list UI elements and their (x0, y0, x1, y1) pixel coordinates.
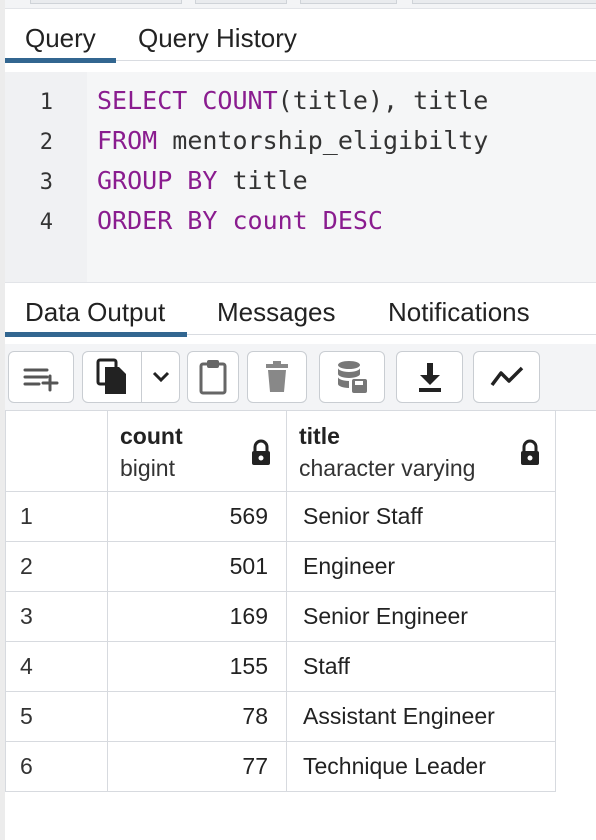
row-number[interactable]: 6 (5, 741, 108, 792)
add-row-button[interactable] (8, 351, 74, 403)
sql-text: title (217, 166, 308, 195)
copy-options-dropdown[interactable] (142, 351, 180, 403)
top-toolbar-strip (0, 0, 596, 9)
table-row[interactable]: 5 78 Assistant Engineer (5, 691, 556, 742)
cell-count[interactable]: 169 (107, 591, 287, 642)
output-tab-bar: Data Output Messages Notifications (5, 290, 596, 337)
cell-title[interactable]: Senior Engineer (286, 591, 556, 642)
sql-keyword: SELECT (97, 86, 188, 115)
line-number: 1 (39, 90, 53, 115)
table-row[interactable]: 1 569 Senior Staff (5, 491, 556, 542)
save-data-button[interactable] (319, 351, 385, 403)
copy-button[interactable] (82, 351, 142, 403)
table-row[interactable]: 4 155 Staff (5, 641, 556, 692)
toolbar-button-stub[interactable] (195, 0, 287, 4)
toolbar-button-stub[interactable] (412, 0, 596, 4)
table-row[interactable]: 2 501 Engineer (5, 541, 556, 592)
row-number[interactable]: 3 (5, 591, 108, 642)
column-type: character varying (299, 455, 476, 481)
add-row-icon (21, 362, 61, 392)
lock-icon (250, 439, 272, 473)
column-name: count (120, 423, 183, 449)
cell-count[interactable]: 78 (107, 691, 287, 742)
code-text[interactable]: FROM mentorship_eligibilty (97, 121, 488, 161)
database-save-icon (335, 359, 369, 395)
cell-title[interactable]: Staff (286, 641, 556, 692)
column-header-title[interactable]: title character varying (286, 410, 556, 492)
table-row[interactable]: 3 169 Senior Engineer (5, 591, 556, 642)
line-graph-icon (489, 364, 525, 390)
chevron-down-icon (151, 370, 171, 384)
code-text[interactable]: SELECT COUNT(title), title (97, 81, 488, 121)
code-text[interactable]: GROUP BY title (97, 161, 308, 201)
code-line[interactable]: 1 SELECT COUNT(title), title (5, 81, 489, 121)
tab-notifications[interactable]: Notifications (388, 290, 530, 332)
row-number[interactable]: 5 (5, 691, 108, 742)
cell-title[interactable]: Technique Leader (286, 741, 556, 792)
row-number[interactable]: 4 (5, 641, 108, 692)
line-number: 4 (39, 210, 53, 235)
column-name: title (299, 423, 340, 449)
tab-query-history[interactable]: Query History (138, 16, 297, 58)
cell-count[interactable]: 155 (107, 641, 287, 692)
sql-editor[interactable]: 1 SELECT COUNT(title), title 2 FROM mentors… (5, 72, 596, 283)
line-number: 2 (39, 130, 53, 155)
sql-text: (title), title (277, 86, 489, 115)
sql-keyword: GROUP BY (97, 166, 218, 195)
paste-button[interactable] (187, 351, 239, 403)
cell-count[interactable]: 77 (107, 741, 287, 792)
delete-button[interactable] (247, 351, 307, 403)
download-button[interactable] (396, 351, 463, 403)
sql-text: mentorship_eligibilty (157, 126, 489, 155)
code-line[interactable]: 3 GROUP BY title (5, 161, 308, 201)
grid-corner[interactable] (5, 410, 108, 492)
tab-messages[interactable]: Messages (217, 290, 336, 332)
cell-title[interactable]: Senior Staff (286, 491, 556, 542)
lock-icon (519, 439, 541, 473)
cell-title[interactable]: Assistant Engineer (286, 691, 556, 742)
cell-title[interactable]: Engineer (286, 541, 556, 592)
result-grid: count bigint title character varying 1 5… (5, 410, 556, 792)
row-number[interactable]: 1 (5, 491, 108, 542)
copy-icon (94, 358, 130, 396)
code-text[interactable]: ORDER BY count DESC (97, 201, 383, 241)
code-line[interactable]: 2 FROM mentorship_eligibilty (5, 121, 489, 161)
toolbar-button-stub[interactable] (300, 0, 397, 4)
sql-keyword: COUNT (202, 86, 278, 115)
code-line[interactable]: 4 ORDER BY count DESC (5, 201, 383, 241)
download-icon (416, 361, 444, 393)
column-type: bigint (120, 455, 175, 481)
graph-button[interactable] (473, 351, 540, 403)
query-tab-bar: Query Query History (5, 16, 596, 63)
trash-icon (264, 360, 290, 394)
data-output-toolbar (5, 344, 596, 411)
table-row[interactable]: 6 77 Technique Leader (5, 741, 556, 792)
sql-keyword: ORDER BY count DESC (97, 206, 383, 235)
clipboard-icon (198, 359, 228, 395)
row-number[interactable]: 2 (5, 541, 108, 592)
tab-data-output[interactable]: Data Output (5, 290, 188, 337)
cell-count[interactable]: 569 (107, 491, 287, 542)
toolbar-button-stub[interactable] (30, 0, 182, 4)
line-number: 3 (39, 170, 53, 195)
sql-keyword: FROM (97, 126, 158, 155)
column-header-count[interactable]: count bigint (107, 410, 287, 492)
cell-count[interactable]: 501 (107, 541, 287, 592)
tab-query[interactable]: Query (5, 16, 116, 63)
